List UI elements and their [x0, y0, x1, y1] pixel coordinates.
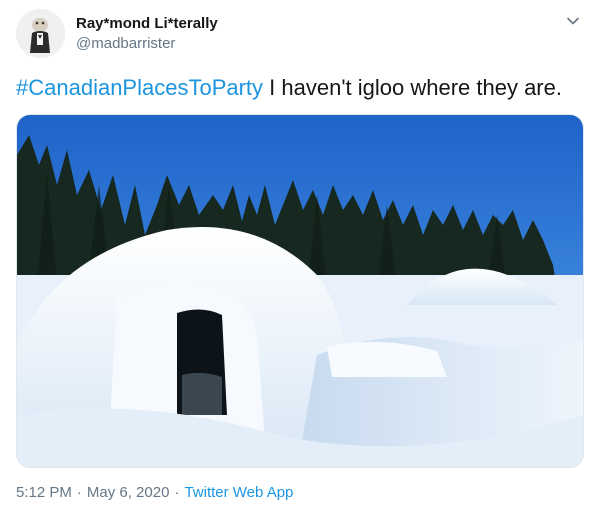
tweet-photo[interactable]	[16, 114, 584, 468]
tweet-body-text: I haven't igloo where they are.	[263, 75, 562, 100]
avatar[interactable]	[16, 9, 65, 58]
tweet-card: Ray*mond Li*terally @madbarrister #Canad…	[0, 0, 600, 512]
author-info[interactable]: Ray*mond Li*terally @madbarrister	[76, 15, 218, 53]
hashtag-link[interactable]: #CanadianPlacesToParty	[16, 75, 263, 100]
tweet-time[interactable]: 5:12 PM	[16, 484, 72, 501]
tweet-source-link[interactable]: Twitter Web App	[184, 484, 293, 501]
avatar-image	[16, 9, 65, 58]
user-handle[interactable]: @madbarrister	[76, 35, 218, 53]
meta-separator: ·	[174, 484, 180, 501]
meta-separator: ·	[76, 484, 82, 501]
chevron-down-icon[interactable]	[564, 12, 582, 30]
display-name[interactable]: Ray*mond Li*terally	[76, 15, 218, 33]
tweet-meta: 5:12 PM · May 6, 2020 · Twitter Web App	[16, 484, 293, 501]
tweet-date[interactable]: May 6, 2020	[87, 484, 170, 501]
igloo-photo	[17, 115, 583, 467]
tweet-text: #CanadianPlacesToParty I haven't igloo w…	[16, 73, 586, 103]
